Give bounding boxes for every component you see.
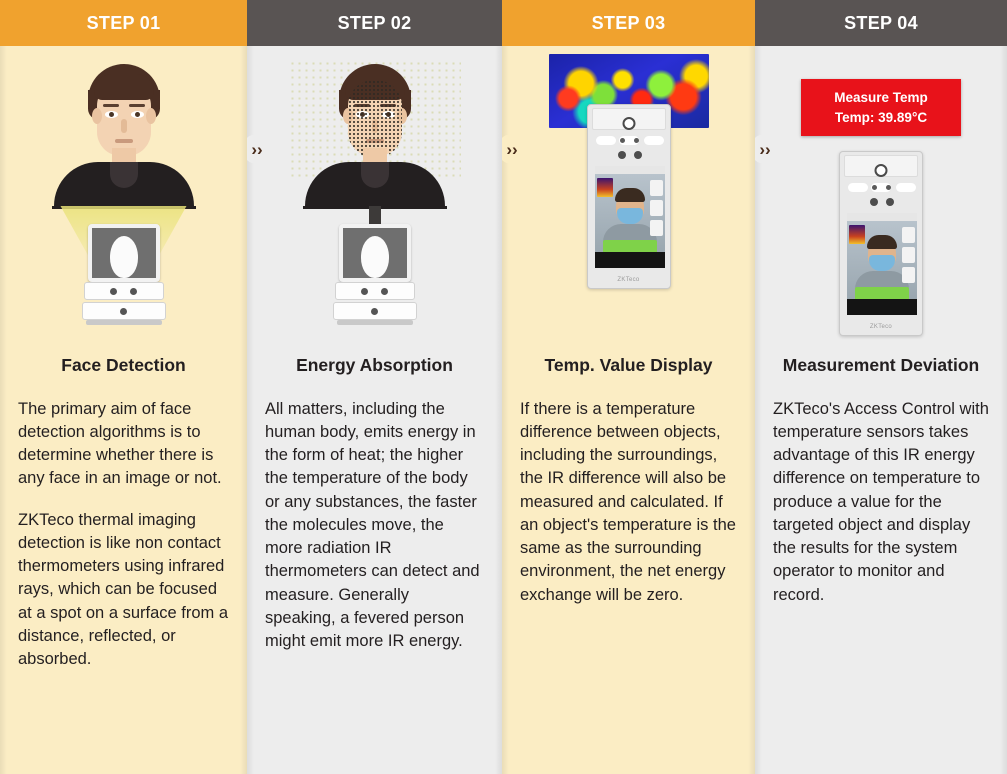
paragraph: All matters, including the human body, e… [265,399,480,651]
scanner-device-icon [332,224,417,325]
person-figure-masked-icon [295,64,455,209]
badge-line-2: Temp: 39.89°C [834,109,928,125]
measure-temp-badge: Measure Temp Temp: 39.89°C [801,79,961,137]
badge-line-1: Measure Temp [834,90,928,105]
step-column-3: STEP 03 ›› ZKTeco Temp. Value Display If… [502,0,755,774]
step-header-1: STEP 01 [0,0,247,46]
step-column-4: STEP 04 ›› Measure Temp Temp: 39.89°C ZK… [755,0,1007,774]
paragraph: The primary aim of face detection algori… [18,399,222,488]
step-title-2: Energy Absorption [296,355,453,375]
scanner-device-icon [81,224,166,325]
step-header-4: STEP 04 [755,0,1007,46]
step-title-3: Temp. Value Display [544,355,713,375]
illustration-energy-absorption [247,46,502,346]
illustration-measurement-deviation: Measure Temp Temp: 39.89°C ZKTeco [755,46,1007,346]
person-figure-icon [44,64,204,209]
paragraph: ZKTeco thermal imaging detection is like… [18,510,229,669]
step-title-4: Measurement Deviation [782,355,980,375]
step-label-2: STEP 02 [337,12,412,33]
step-body-4: ›› Measure Temp Temp: 39.89°C ZKTeco Mea… [755,46,1007,774]
paragraph: If there is a temperature difference bet… [520,399,736,604]
step-label-1: STEP 01 [86,12,161,33]
illustration-face-detection [0,46,247,346]
step-column-1: STEP 01 Face Detection The primary aim o… [0,0,247,774]
step-label-3: STEP 03 [591,12,666,33]
infographic-board: STEP 01 Face Detection The primary aim o… [0,0,1007,774]
step-column-2: STEP 02 ›› Energy Absorption All matters… [247,0,502,774]
step-title-1: Face Detection [61,355,186,375]
step-header-2: STEP 02 [247,0,502,46]
step-text-2: All matters, including the human body, e… [247,378,502,654]
step-body-2: ›› Energy Absorption All matters, includ… [247,46,502,774]
step-text-1: The primary aim of face detection algori… [0,378,247,672]
step-text-3: If there is a temperature difference bet… [502,378,755,607]
step-label-4: STEP 04 [844,12,918,33]
paragraph: ZKTeco's Access Control with temperature… [773,399,989,604]
zkteco-terminal-icon: ZKTeco [839,151,923,336]
illustration-temp-value-display: ZKTeco [502,46,755,346]
step-body-3: ›› ZKTeco Temp. Value Display If there i… [502,46,755,774]
step-body-1: Face Detection The primary aim of face d… [0,46,247,774]
step-header-3: STEP 03 [502,0,755,46]
zkteco-terminal-icon: ZKTeco [586,104,671,289]
step-text-4: ZKTeco's Access Control with temperature… [755,378,1007,607]
